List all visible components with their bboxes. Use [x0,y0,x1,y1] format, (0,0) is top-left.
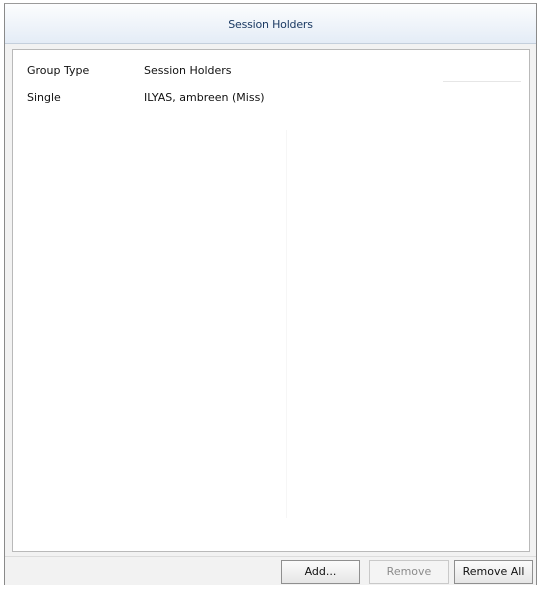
panel-divider [286,130,287,518]
cell-session-holders: ILYAS, ambreen (Miss) [144,91,265,104]
header-divider [443,81,521,82]
cell-group-type: Single [27,91,61,104]
table-row[interactable]: Single ILYAS, ambreen (Miss) [13,91,529,109]
column-header-group-type[interactable]: Group Type [27,64,89,77]
remove-button[interactable]: Remove [369,560,449,584]
column-header-session-holders[interactable]: Session Holders [144,64,232,77]
session-holders-list[interactable]: Group Type Session Holders Single ILYAS,… [12,49,530,552]
window-title: Session Holders [228,18,313,31]
session-holders-dialog: Session Holders Group Type Session Holde… [4,3,537,585]
footer-divider [5,556,536,557]
remove-all-button[interactable]: Remove All [454,560,533,584]
list-header: Group Type Session Holders [13,50,529,82]
add-button[interactable]: Add... [281,560,360,584]
title-bar[interactable]: Session Holders [5,4,536,44]
